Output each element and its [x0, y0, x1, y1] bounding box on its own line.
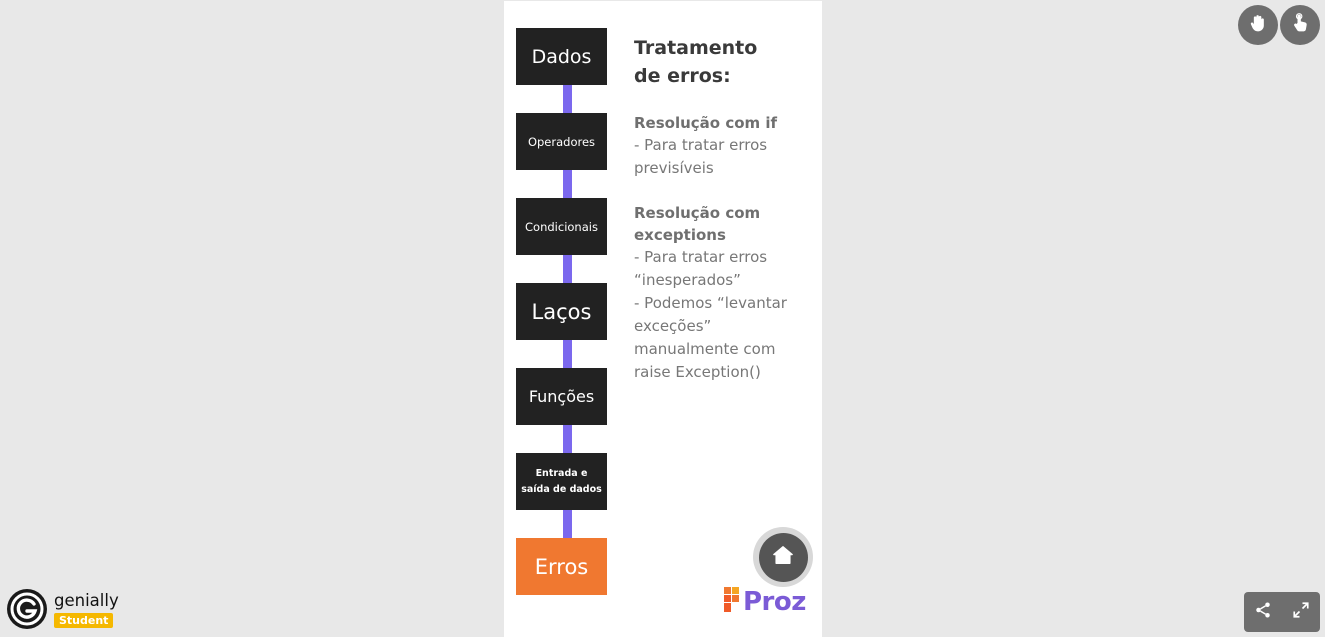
slide: Dados Operadores Condicionais Laços Funç… — [504, 1, 822, 637]
section-body: - Para tratar erros “inesperados” - Pode… — [634, 248, 787, 381]
genially-text: genially Student — [54, 591, 119, 628]
fullscreen-button[interactable] — [1288, 599, 1314, 625]
pointer-hand-icon — [1290, 12, 1310, 38]
section-heading: Resolução com if — [634, 114, 778, 132]
share-button[interactable] — [1250, 599, 1276, 625]
genially-branding[interactable]: genially Student — [7, 588, 119, 630]
genially-name: genially — [54, 590, 119, 610]
timeline-item-operadores[interactable]: Operadores — [516, 113, 607, 170]
hand-tool-button[interactable] — [1238, 5, 1278, 45]
section-heading: Resolução com exceptions — [634, 204, 761, 244]
timeline-item-label: Funções — [528, 387, 595, 406]
share-icon — [1254, 601, 1272, 624]
timeline-item-lacos[interactable]: Laços — [516, 283, 607, 340]
bottom-right-controls — [1244, 592, 1320, 632]
timeline-item-dados[interactable]: Dados — [516, 28, 607, 85]
section-body: - Para tratar erros previsíveis — [634, 136, 768, 177]
section-if: Resolução com if - Para tratar erros pre… — [634, 112, 809, 180]
timeline-item-label: Erros — [534, 554, 589, 579]
home-button[interactable] — [753, 527, 813, 587]
proz-logo-text: Proz — [743, 587, 806, 617]
viewer: Dados Operadores Condicionais Laços Funç… — [0, 0, 1325, 637]
timeline-item-erros[interactable]: Erros — [516, 538, 607, 595]
content-title: Tratamento de erros: — [634, 37, 758, 87]
timeline-item-condicionais[interactable]: Condicionais — [516, 198, 607, 255]
timeline-item-label: Laços — [531, 299, 592, 324]
hand-icon — [1248, 13, 1268, 38]
student-badge: Student — [54, 612, 114, 628]
top-right-controls — [1238, 5, 1320, 45]
timeline-item-label: Operadores — [527, 134, 596, 149]
timeline-item-label: Entrada e saída de dados — [521, 467, 602, 495]
timeline-item-label: Dados — [531, 45, 592, 68]
timeline-item-label: Condicionais — [525, 219, 598, 234]
home-icon — [772, 544, 794, 571]
timeline-item-funcoes[interactable]: Funções — [516, 368, 607, 425]
genially-logo-icon — [7, 589, 47, 629]
timeline-item-entrada-saida[interactable]: Entrada e saída de dados — [516, 453, 607, 510]
section-exceptions: Resolução com exceptions - Para tratar e… — [634, 202, 809, 384]
pointer-tool-button[interactable] — [1280, 5, 1320, 45]
proz-mark-icon — [724, 586, 740, 618]
proz-logo: Proz — [724, 586, 806, 618]
fullscreen-icon — [1292, 601, 1310, 624]
content-panel: Tratamento de erros: Resolução com if - … — [634, 34, 809, 406]
home-button-inner — [758, 532, 808, 582]
